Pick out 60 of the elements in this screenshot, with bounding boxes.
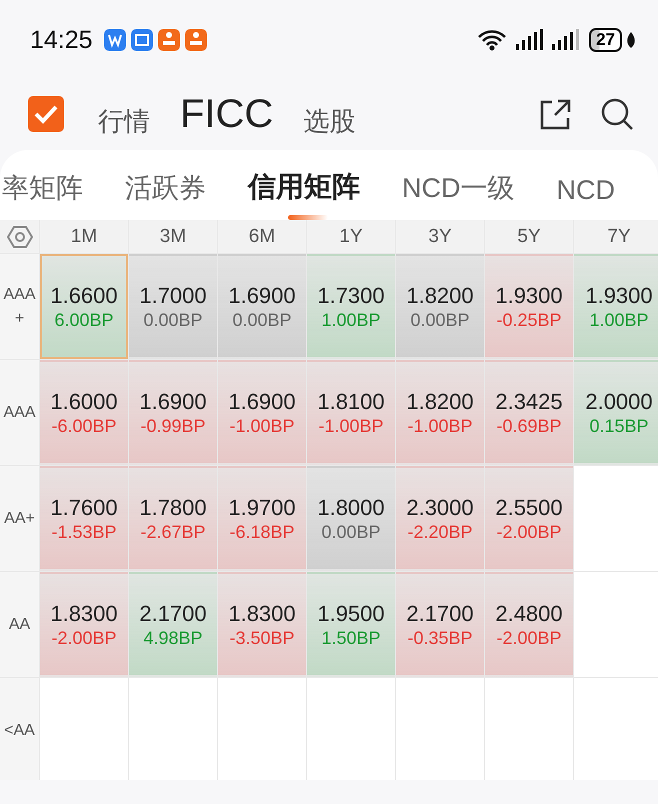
search-icon[interactable] (600, 97, 634, 131)
tab[interactable]: 率矩阵 (2, 170, 83, 220)
matrix-cell[interactable]: 1.7600 -1.53BP (40, 466, 128, 571)
matrix-cell[interactable]: 1.8200 0.00BP (396, 254, 484, 359)
column-header: 3Y (396, 220, 484, 253)
leaf-icon (626, 32, 636, 48)
tab[interactable]: 活跃券 (125, 170, 206, 220)
row-label: AAA+ (0, 254, 39, 359)
settings-icon[interactable] (6, 224, 32, 248)
battery-indicator: 27 (589, 28, 622, 52)
matrix-cell[interactable]: 1.8300 -2.00BP (40, 572, 128, 677)
logo-icon (28, 96, 64, 132)
matrix-cell[interactable]: 1.7000 0.00BP (129, 254, 217, 359)
matrix-cell[interactable]: 2.0000 0.15BP (574, 360, 658, 465)
matrix-cell[interactable]: 1.6900 -1.00BP (218, 360, 306, 465)
row-label: AA (0, 572, 39, 677)
tab[interactable]: 信用矩阵 (248, 168, 360, 220)
app-icon[interactable] (130, 29, 153, 51)
wifi-icon (477, 29, 508, 51)
matrix-cell[interactable]: 1.8200 -1.00BP (396, 360, 484, 465)
matrix-cell[interactable]: 1.6900 0.00BP (218, 254, 306, 359)
matrix-cell[interactable]: 2.3425 -0.69BP (485, 360, 573, 465)
nav-tab[interactable]: FICC (180, 92, 274, 136)
matrix-cell[interactable]: 1.7300 1.00BP (307, 254, 395, 359)
matrix-cell[interactable]: 1.9300 1.00BP (574, 254, 658, 359)
app-icon[interactable] (104, 29, 126, 51)
tab[interactable]: NCD (556, 175, 615, 220)
share-icon[interactable] (538, 97, 572, 131)
nav-tab[interactable]: 选股 (303, 104, 356, 138)
clock: 14:25 (30, 26, 93, 54)
matrix-cell[interactable]: 1.9300 -0.25BP (485, 254, 573, 359)
matrix-cell[interactable]: 1.6900 -0.99BP (129, 360, 217, 465)
matrix-cell[interactable]: 2.1700 -0.35BP (396, 572, 484, 677)
matrix-cell[interactable]: 1.6000 -6.00BP (40, 360, 128, 465)
column-header: 6M (218, 220, 306, 253)
matrix-cell[interactable]: 1.8100 -1.00BP (307, 360, 395, 465)
matrix-cell[interactable]: 1.6600 6.00BP (40, 254, 128, 359)
app-icon[interactable] (158, 29, 180, 51)
column-header: 5Y (485, 220, 573, 253)
nav-tab[interactable]: 行情 (98, 104, 150, 138)
tab[interactable]: NCD一级 (402, 170, 514, 220)
matrix-cell[interactable]: 1.8000 0.00BP (307, 466, 395, 571)
matrix-cell[interactable]: 1.7800 -2.67BP (129, 466, 217, 571)
matrix-cell[interactable]: 2.5500 -2.00BP (485, 466, 573, 571)
column-header: 1Y (307, 220, 395, 253)
column-header: 3M (129, 220, 217, 253)
matrix-cell[interactable]: 1.9500 1.50BP (307, 572, 395, 677)
matrix-cell[interactable]: 2.1700 4.98BP (129, 572, 217, 677)
signal-icon (515, 29, 544, 51)
row-label: AA+ (0, 466, 39, 571)
matrix-cell[interactable]: 1.9700 -6.18BP (218, 466, 306, 571)
matrix-cell[interactable]: 1.8300 -3.50BP (218, 572, 306, 677)
row-label: AAA (0, 360, 39, 465)
column-header: 1M (40, 220, 128, 253)
matrix-cell[interactable]: 2.3000 -2.20BP (396, 466, 484, 571)
column-header: 7Y (574, 220, 658, 253)
signal-icon (551, 29, 580, 51)
matrix-cell[interactable]: 2.4800 -2.00BP (485, 572, 573, 677)
row-label: <AA (0, 678, 39, 780)
app-icon[interactable] (184, 29, 207, 51)
